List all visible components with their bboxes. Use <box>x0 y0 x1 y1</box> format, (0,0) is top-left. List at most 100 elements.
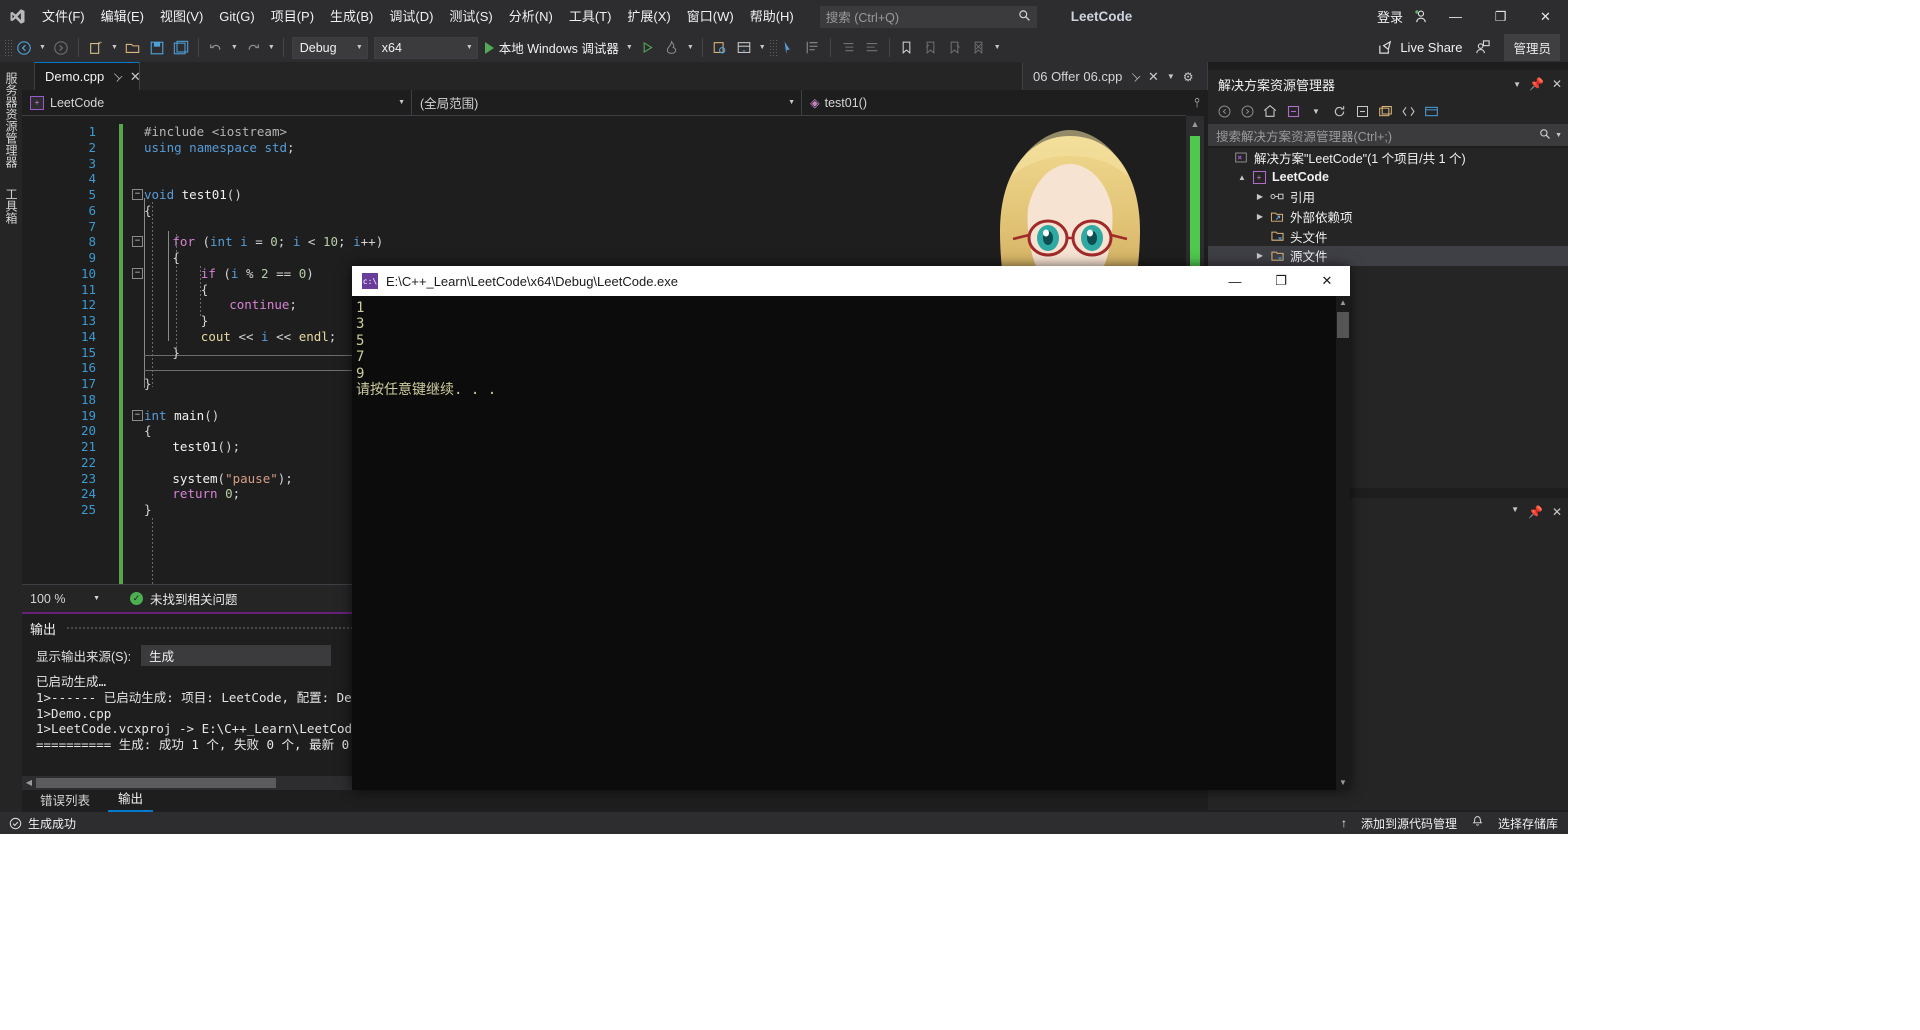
scroll-up-icon[interactable]: ▲ <box>1186 116 1204 132</box>
tab-output[interactable]: 输出 <box>108 786 154 812</box>
refresh-icon[interactable] <box>1329 101 1349 121</box>
live-share-button[interactable]: Live Share <box>1369 39 1470 56</box>
up-arrow-icon[interactable]: ↑ <box>1341 816 1347 830</box>
close-icon[interactable]: ✕ <box>1552 77 1562 91</box>
menu-extensions[interactable]: 扩展(X) <box>619 0 678 33</box>
hot-reload-icon[interactable] <box>660 36 684 60</box>
redo-icon[interactable] <box>241 36 265 60</box>
console-window[interactable]: c:\ E:\C++_Learn\LeetCode\x64\Debug\Leet… <box>352 266 1350 790</box>
zoom-level-combo[interactable]: 100 % ▼ <box>30 588 100 610</box>
collapse-toggle-icon[interactable]: − <box>132 409 143 421</box>
open-file-icon[interactable] <box>121 36 145 60</box>
new-project-icon[interactable] <box>84 36 108 60</box>
menu-view[interactable]: 视图(V) <box>152 0 211 33</box>
toolbar-grip-1[interactable] <box>4 38 12 57</box>
toggle-bookmark-icon[interactable] <box>895 36 919 60</box>
collapse-all-icon[interactable] <box>1352 101 1372 121</box>
code-line[interactable]: 2 using namespace std; <box>22 140 1208 156</box>
pin-icon[interactable]: 📌 <box>1528 505 1543 519</box>
server-explorer-tab[interactable]: 服务器资源管理器 <box>0 62 23 178</box>
start-without-debugging-icon[interactable] <box>636 36 660 60</box>
menu-debug[interactable]: 调试(D) <box>381 0 441 33</box>
pending-changes-icon[interactable] <box>1283 101 1303 121</box>
menu-analyze[interactable]: 分析(N) <box>501 0 561 33</box>
tree-item[interactable]: ▶ 引用 <box>1208 187 1568 207</box>
window-minimize-button[interactable]: — <box>1433 0 1478 33</box>
repo-select-label[interactable]: 选择存储库 <box>1498 815 1558 832</box>
toolbar-overflow-icon[interactable]: ▼ <box>991 44 1004 51</box>
sign-in-label[interactable]: 登录 <box>1373 7 1407 26</box>
code-line[interactable]: 6{ <box>22 203 1208 219</box>
tree-twisty-icon[interactable]: ▲ <box>1234 173 1250 182</box>
solution-configuration-combo[interactable]: Debug ▼ <box>291 36 368 59</box>
clear-bookmarks-icon[interactable] <box>967 36 991 60</box>
home-icon[interactable] <box>1260 101 1280 121</box>
menu-tools[interactable]: 工具(T) <box>561 0 620 33</box>
scroll-down-icon[interactable]: ▼ <box>1336 776 1350 790</box>
navbar-project-combo[interactable]: + LeetCode ▼ <box>22 89 412 116</box>
undo-dropdown-icon[interactable]: ▼ <box>228 44 241 51</box>
code-line[interactable]: 5 − void test01() <box>22 187 1208 203</box>
undo-icon[interactable] <box>204 36 228 60</box>
navigate-backward-dropdown-icon[interactable]: ▼ <box>36 44 49 51</box>
pin-icon[interactable]: 📌 <box>1529 77 1544 91</box>
tree-twisty-icon[interactable]: ▶ <box>1252 251 1268 260</box>
solution-views-dropdown-icon[interactable]: ▼ <box>1306 101 1326 121</box>
menu-edit[interactable]: 编辑(E) <box>93 0 152 33</box>
collapse-toggle-icon[interactable]: − <box>132 236 143 248</box>
comment-block-icon[interactable] <box>801 36 825 60</box>
previous-bookmark-icon[interactable] <box>919 36 943 60</box>
hot-reload-dropdown-icon[interactable]: ▼ <box>684 44 697 51</box>
tree-item[interactable]: 头文件 <box>1208 226 1568 246</box>
output-scroll-thumb[interactable] <box>36 778 276 788</box>
menu-test[interactable]: 测试(S) <box>441 0 500 33</box>
window-maximize-button[interactable]: ❐ <box>1478 0 1523 33</box>
menu-project[interactable]: 项目(P) <box>263 0 322 33</box>
chevron-down-icon[interactable]: ▼ <box>1555 132 1562 139</box>
menu-help[interactable]: 帮助(H) <box>742 0 802 33</box>
console-scroll-thumb[interactable] <box>1337 312 1349 338</box>
live-visual-tree-dropdown-icon[interactable]: ▼ <box>756 44 769 51</box>
close-icon[interactable]: ✕ <box>1552 505 1562 519</box>
collapse-toggle-icon[interactable]: − <box>132 267 143 279</box>
tree-item[interactable]: ▶ 源文件 <box>1208 245 1568 266</box>
source-control-label[interactable]: 添加到源代码管理 <box>1361 815 1457 832</box>
tree-item[interactable]: 解决方案"LeetCode"(1 个项目/共 1 个) <box>1208 148 1568 168</box>
toolbar-grip-2[interactable] <box>768 38 777 57</box>
code-line[interactable]: 7 <box>22 219 1208 235</box>
properties-icon[interactable] <box>1398 101 1418 121</box>
collapse-toggle-icon[interactable]: − <box>132 189 143 200</box>
bell-icon[interactable] <box>1471 815 1484 831</box>
menu-window[interactable]: 窗口(W) <box>679 0 742 33</box>
navbar-member-combo[interactable]: ◈ test01() ▼ <box>802 90 1208 116</box>
menu-build[interactable]: 生成(B) <box>322 0 381 33</box>
solution-platform-combo[interactable]: x64 ▼ <box>373 36 478 59</box>
tab-list-dropdown-icon[interactable]: ▼ <box>1167 72 1175 81</box>
admin-badge[interactable]: 管理员 <box>1504 34 1560 61</box>
code-line[interactable]: 1 #include <iostream> <box>22 124 1208 140</box>
feedback-icon[interactable] <box>1470 36 1494 60</box>
editor-tab-demo-cpp[interactable]: Demo.cpp ⊣ ✕ <box>34 62 141 90</box>
navbar-scope-combo[interactable]: (全局范围) ▼ <box>412 89 802 116</box>
back-icon[interactable] <box>1214 101 1234 121</box>
split-editor-button[interactable]: ⫯ <box>1186 90 1208 116</box>
toolbox-tab[interactable]: 工具箱 <box>0 178 23 234</box>
next-bookmark-icon[interactable] <box>943 36 967 60</box>
navigate-backward-button[interactable] <box>12 36 36 60</box>
menu-git[interactable]: Git(G) <box>211 0 262 33</box>
tree-item[interactable]: ▶ 外部依赖项 <box>1208 207 1568 227</box>
close-icon[interactable]: ✕ <box>130 69 141 85</box>
select-element-icon[interactable] <box>708 36 732 60</box>
editor-tab-offer06-cpp[interactable]: 06 Offer 06.cpp ⊣ ✕ ▼ ⚙ <box>1022 62 1208 90</box>
live-visual-tree-icon[interactable] <box>732 36 756 60</box>
save-icon[interactable] <box>145 36 169 60</box>
tree-item[interactable]: ▲ + LeetCode <box>1208 168 1568 188</box>
chevron-down-icon[interactable]: ▼ <box>1513 80 1521 89</box>
navigate-forward-button[interactable] <box>49 36 73 60</box>
code-line[interactable]: 4 <box>22 171 1208 187</box>
output-source-combo[interactable]: 生成 <box>141 644 332 666</box>
save-all-icon[interactable] <box>169 36 193 60</box>
console-close-button[interactable]: ✕ <box>1304 266 1350 296</box>
gear-icon[interactable]: ⚙ <box>1183 70 1194 84</box>
pointer-select-icon[interactable] <box>777 36 801 60</box>
